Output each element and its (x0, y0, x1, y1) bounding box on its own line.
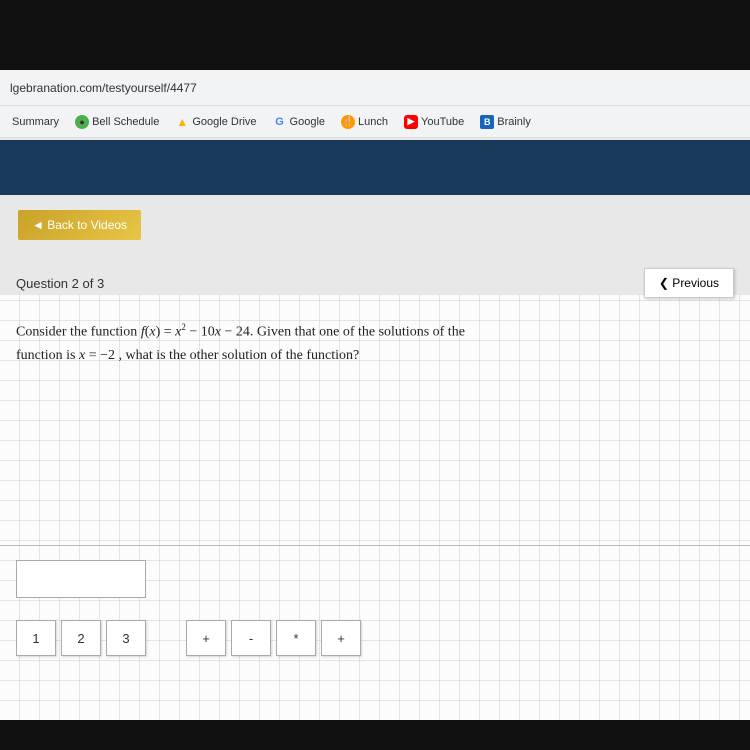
bell-schedule-icon: ● (75, 115, 89, 129)
math-question: Consider the function f(x) = x2 − 10x − … (16, 320, 750, 368)
lunch-icon: 🍴 (341, 115, 355, 129)
bookmark-brainly[interactable]: B Brainly (474, 113, 537, 131)
key-multiply[interactable]: * (276, 620, 316, 656)
question-area: Question 2 of 3 ❮ Previous (0, 268, 750, 310)
browser-chrome: lgebranation.com/testyourself/4477 Summa… (0, 70, 750, 138)
back-button-container: ◄ Back to Videos (18, 210, 141, 240)
google-drive-icon: ▲ (175, 115, 189, 129)
question-header: Question 2 of 3 ❮ Previous (0, 268, 750, 298)
google-icon: G (273, 115, 287, 129)
summary-label: Summary (12, 116, 59, 128)
answer-input[interactable] (16, 560, 146, 598)
bookmark-bell-schedule[interactable]: ● Bell Schedule (69, 113, 165, 131)
answer-input-container (16, 560, 146, 598)
brainly-label: Brainly (497, 116, 531, 128)
answer-divider (0, 545, 750, 546)
bookmark-youtube[interactable]: ▶ YouTube (398, 113, 470, 131)
question-line-1: Consider the function f(x) = x2 − 10x − … (16, 320, 750, 344)
brainly-icon: B (480, 115, 494, 129)
keypad: 1 2 3 + - * + (16, 620, 361, 656)
key-1[interactable]: 1 (16, 620, 56, 656)
bell-schedule-label: Bell Schedule (92, 116, 159, 128)
key-minus[interactable]: - (231, 620, 271, 656)
google-drive-label: Google Drive (192, 116, 256, 128)
back-to-videos-button[interactable]: ◄ Back to Videos (18, 210, 141, 240)
key-2[interactable]: 2 (61, 620, 101, 656)
black-bar-top (0, 0, 750, 70)
bookmark-lunch[interactable]: 🍴 Lunch (335, 113, 394, 131)
key-plus[interactable]: + (186, 620, 226, 656)
site-header (0, 140, 750, 195)
address-bar: lgebranation.com/testyourself/4477 (0, 70, 750, 106)
lunch-label: Lunch (358, 116, 388, 128)
keypad-spacer (151, 620, 181, 656)
key-3[interactable]: 3 (106, 620, 146, 656)
bookmark-summary[interactable]: Summary (6, 114, 65, 130)
bookmark-google-drive[interactable]: ▲ Google Drive (169, 113, 262, 131)
black-bar-bottom (0, 720, 750, 750)
bookmark-google[interactable]: G Google (267, 113, 331, 131)
key-plus2[interactable]: + (321, 620, 361, 656)
youtube-label: YouTube (421, 116, 464, 128)
bookmarks-bar: Summary ● Bell Schedule ▲ Google Drive G… (0, 106, 750, 138)
question-line-2: function is x = −2 , what is the other s… (16, 344, 750, 368)
previous-button[interactable]: ❮ Previous (644, 268, 734, 298)
youtube-icon: ▶ (404, 115, 418, 129)
address-text[interactable]: lgebranation.com/testyourself/4477 (10, 81, 197, 95)
google-label: Google (290, 116, 325, 128)
question-number: Question 2 of 3 (16, 276, 104, 291)
